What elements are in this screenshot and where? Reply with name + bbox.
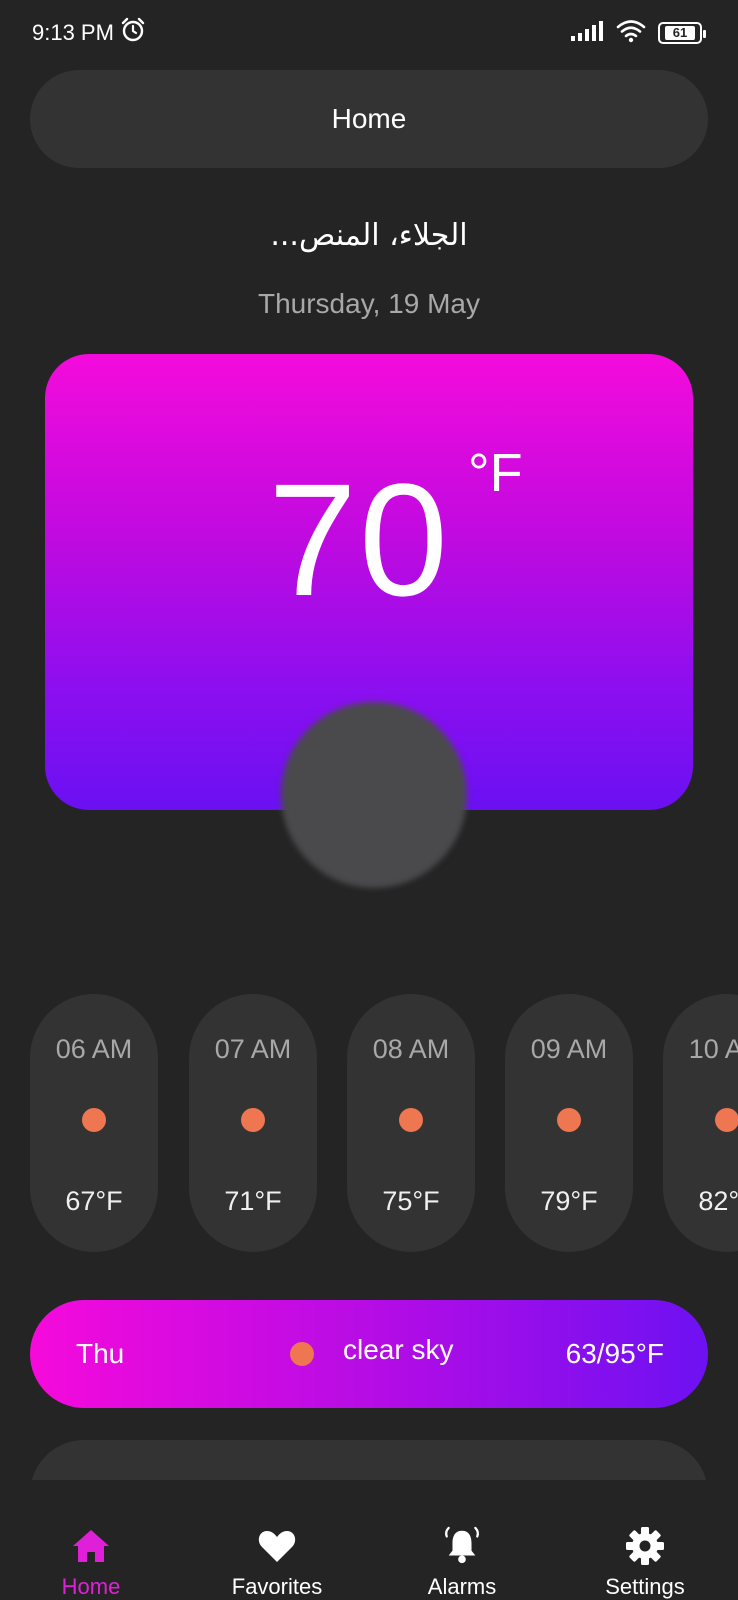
weather-dot-icon <box>290 1342 314 1366</box>
daily-day: Thu <box>76 1338 125 1369</box>
hourly-time: 09 AM <box>530 1034 608 1064</box>
location-name: الجلاء، المنص... <box>270 218 468 253</box>
hourly-temp: 67°F <box>65 1186 123 1216</box>
bottom-navigation: Home Favorites Alarms Settings <box>0 1480 738 1600</box>
hourly-time: 10 AM <box>688 1034 738 1064</box>
weather-condition-icon <box>281 702 467 888</box>
hourly-temp: 79°F <box>540 1186 598 1216</box>
wifi-icon <box>616 19 646 48</box>
status-time: 9:13 PM <box>32 20 114 45</box>
app-bar-title: Home <box>331 103 407 134</box>
current-temperature: 70 <box>268 450 450 629</box>
nav-favorites[interactable]: Favorites <box>202 1480 352 1600</box>
hourly-item[interactable]: 06 AM 67°F <box>30 994 158 1252</box>
heart-icon <box>257 1526 297 1566</box>
gear-icon <box>625 1526 665 1566</box>
hourly-time: 08 AM <box>372 1034 450 1064</box>
hourly-forecast[interactable]: 06 AM 67°F 07 AM 71°F 08 AM 75°F 09 AM 7… <box>0 994 738 1252</box>
status-bar: 9:13 PM 61 <box>0 0 738 66</box>
alarm-icon <box>120 17 146 49</box>
hourly-time: 06 AM <box>55 1034 133 1064</box>
hourly-temp: 71°F <box>224 1186 282 1216</box>
hourly-temp: 75°F <box>382 1186 440 1216</box>
nav-home[interactable]: Home <box>16 1480 166 1600</box>
temperature-unit: °F <box>468 443 523 503</box>
status-left: 9:13 PM <box>32 17 146 49</box>
hourly-temp: 82°F <box>698 1186 738 1216</box>
signal-icon <box>570 20 604 47</box>
battery-icon: 61 <box>658 22 706 44</box>
home-icon <box>71 1526 111 1566</box>
weather-dot-icon <box>557 1108 581 1132</box>
current-date: Thursday, 19 May <box>257 288 481 319</box>
daily-forecast-row[interactable]: Thu clear sky 63/95°F <box>30 1300 708 1408</box>
weather-dot-icon <box>241 1108 265 1132</box>
daily-temp-range: 63/95°F <box>565 1338 664 1369</box>
hourly-time: 07 AM <box>214 1034 292 1064</box>
bell-icon <box>442 1526 482 1566</box>
status-right: 61 <box>570 19 706 48</box>
weather-dot-icon <box>399 1108 423 1132</box>
nav-settings[interactable]: Settings <box>570 1480 720 1600</box>
nav-alarms-label: Alarms <box>427 1574 497 1599</box>
nav-settings-label: Settings <box>605 1574 685 1599</box>
weather-dot-icon <box>82 1108 106 1132</box>
hourly-item[interactable]: 08 AM 75°F <box>347 994 475 1252</box>
nav-home-label: Home <box>61 1574 121 1599</box>
nav-alarms[interactable]: Alarms <box>387 1480 537 1600</box>
daily-description: clear sky <box>343 1334 454 1365</box>
hourly-item[interactable]: 09 AM 79°F <box>505 994 633 1252</box>
battery-level: 61 <box>665 26 695 40</box>
app-bar: Home <box>30 70 708 168</box>
weather-dot-icon <box>715 1108 738 1132</box>
hourly-item[interactable]: 10 AM 82°F <box>663 994 738 1252</box>
hourly-item[interactable]: 07 AM 71°F <box>189 994 317 1252</box>
nav-favorites-label: Favorites <box>231 1574 323 1599</box>
